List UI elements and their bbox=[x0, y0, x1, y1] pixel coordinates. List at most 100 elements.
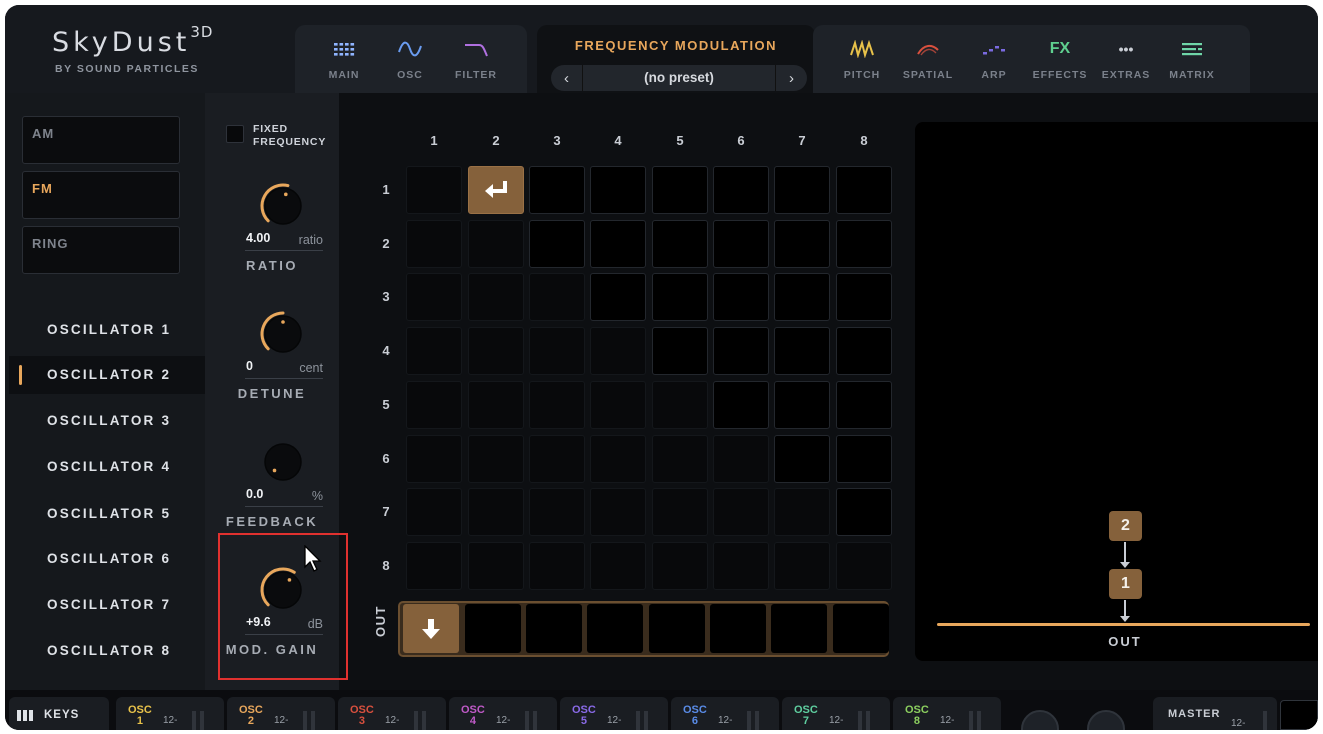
corner-widget[interactable] bbox=[1280, 700, 1318, 730]
matrix-cell[interactable] bbox=[590, 220, 646, 268]
nav-tab-main[interactable]: MAIN bbox=[311, 25, 377, 93]
matrix-cell[interactable] bbox=[529, 542, 585, 590]
matrix-cell[interactable] bbox=[529, 381, 585, 429]
matrix-cell[interactable] bbox=[406, 381, 462, 429]
mode-button-fm[interactable]: FM bbox=[22, 171, 180, 219]
nav-tab-spatial[interactable]: SPATIAL bbox=[895, 25, 961, 93]
matrix-cell[interactable] bbox=[713, 435, 769, 483]
matrix-cell[interactable] bbox=[713, 542, 769, 590]
matrix-cell[interactable] bbox=[468, 435, 524, 483]
matrix-cell[interactable] bbox=[713, 381, 769, 429]
matrix-cell[interactable] bbox=[774, 166, 830, 214]
matrix-cell[interactable] bbox=[590, 166, 646, 214]
sidebar-item-oscillator-1[interactable]: OSCILLATOR 1 bbox=[9, 311, 205, 349]
master-strip[interactable]: MASTER 12- bbox=[1153, 697, 1277, 730]
matrix-cell[interactable] bbox=[406, 327, 462, 375]
nav-tab-pitch[interactable]: PITCH bbox=[829, 25, 895, 93]
matrix-cell[interactable] bbox=[406, 435, 462, 483]
matrix-cell[interactable] bbox=[713, 488, 769, 536]
matrix-cell[interactable] bbox=[590, 327, 646, 375]
matrix-cell[interactable] bbox=[590, 435, 646, 483]
matrix-out-cell[interactable] bbox=[403, 604, 459, 653]
matrix-cell[interactable] bbox=[774, 435, 830, 483]
fixed-frequency-checkbox[interactable] bbox=[226, 125, 244, 143]
matrix-cell[interactable] bbox=[590, 542, 646, 590]
sidebar-item-oscillator-8[interactable]: OSCILLATOR 8 bbox=[9, 632, 205, 670]
matrix-cell[interactable] bbox=[652, 273, 708, 321]
matrix-cell[interactable] bbox=[836, 488, 892, 536]
matrix-cell[interactable] bbox=[529, 435, 585, 483]
nav-tab-filter[interactable]: FILTER bbox=[443, 25, 509, 93]
matrix-cell[interactable] bbox=[836, 273, 892, 321]
preset-next-button[interactable]: › bbox=[775, 65, 807, 91]
sidebar-item-oscillator-6[interactable]: OSCILLATOR 6 bbox=[9, 540, 205, 578]
matrix-cell[interactable] bbox=[774, 542, 830, 590]
matrix-cell[interactable] bbox=[406, 220, 462, 268]
matrix-cell[interactable] bbox=[406, 488, 462, 536]
matrix-cell[interactable] bbox=[468, 327, 524, 375]
matrix-cell[interactable] bbox=[652, 166, 708, 214]
osc-strip-7[interactable]: OSC 7 12- bbox=[782, 697, 890, 730]
nav-tab-matrix[interactable]: MATRIX bbox=[1159, 25, 1225, 93]
preset-name[interactable]: (no preset) bbox=[583, 65, 775, 91]
nav-tab-arp[interactable]: ARP bbox=[961, 25, 1027, 93]
matrix-cell[interactable] bbox=[468, 220, 524, 268]
sidebar-item-oscillator-5[interactable]: OSCILLATOR 5 bbox=[9, 495, 205, 533]
matrix-cell[interactable] bbox=[836, 166, 892, 214]
matrix-cell[interactable] bbox=[774, 220, 830, 268]
matrix-cell[interactable] bbox=[774, 327, 830, 375]
matrix-cell[interactable] bbox=[774, 488, 830, 536]
matrix-cell[interactable] bbox=[774, 381, 830, 429]
detune-knob-icon[interactable] bbox=[258, 309, 308, 359]
matrix-cell[interactable] bbox=[652, 542, 708, 590]
osc-strip-6[interactable]: OSC 6 12- bbox=[671, 697, 779, 730]
matrix-cell[interactable] bbox=[529, 166, 585, 214]
nav-tab-effects[interactable]: FX EFFECTS bbox=[1027, 25, 1093, 93]
matrix-cell[interactable] bbox=[406, 166, 462, 214]
osc-strip-1[interactable]: OSC 1 12- bbox=[116, 697, 224, 730]
matrix-cell[interactable] bbox=[836, 220, 892, 268]
matrix-out-cell[interactable] bbox=[833, 604, 889, 653]
osc-strip-3[interactable]: OSC 3 12- bbox=[338, 697, 446, 730]
matrix-cell[interactable] bbox=[836, 542, 892, 590]
matrix-cell[interactable] bbox=[713, 166, 769, 214]
sidebar-item-oscillator-3[interactable]: OSCILLATOR 3 bbox=[9, 402, 205, 440]
osc-strip-4[interactable]: OSC 4 12- bbox=[449, 697, 557, 730]
feedback-knob-icon[interactable] bbox=[258, 437, 308, 487]
bottom-knob[interactable] bbox=[1087, 710, 1125, 730]
matrix-cell[interactable] bbox=[652, 327, 708, 375]
nav-tab-extras[interactable]: ••• EXTRAS bbox=[1093, 25, 1159, 93]
osc-strip-5[interactable]: OSC 5 12- bbox=[560, 697, 668, 730]
keys-button[interactable]: KEYS bbox=[9, 697, 109, 730]
matrix-cell[interactable] bbox=[652, 381, 708, 429]
sidebar-item-oscillator-4[interactable]: OSCILLATOR 4 bbox=[9, 448, 205, 486]
matrix-cell[interactable] bbox=[713, 220, 769, 268]
mode-button-ring[interactable]: RING bbox=[22, 226, 180, 274]
bottom-knob[interactable] bbox=[1021, 710, 1059, 730]
sidebar-item-oscillator-7[interactable]: OSCILLATOR 7 bbox=[9, 586, 205, 624]
matrix-out-cell[interactable] bbox=[587, 604, 643, 653]
matrix-out-cell[interactable] bbox=[465, 604, 521, 653]
matrix-cell[interactable] bbox=[652, 488, 708, 536]
matrix-cell[interactable] bbox=[774, 273, 830, 321]
matrix-cell[interactable] bbox=[836, 381, 892, 429]
matrix-out-cell[interactable] bbox=[771, 604, 827, 653]
matrix-cell[interactable] bbox=[652, 435, 708, 483]
nav-tab-osc[interactable]: OSC bbox=[377, 25, 443, 93]
preset-prev-button[interactable]: ‹ bbox=[551, 65, 583, 91]
matrix-cell[interactable] bbox=[836, 327, 892, 375]
matrix-cell[interactable] bbox=[590, 381, 646, 429]
matrix-cell[interactable] bbox=[406, 273, 462, 321]
matrix-cell[interactable] bbox=[652, 220, 708, 268]
matrix-cell[interactable] bbox=[590, 488, 646, 536]
matrix-cell[interactable] bbox=[713, 327, 769, 375]
matrix-cell[interactable] bbox=[468, 273, 524, 321]
matrix-out-cell[interactable] bbox=[710, 604, 766, 653]
matrix-cell[interactable] bbox=[468, 166, 524, 214]
mode-button-am[interactable]: AM bbox=[22, 116, 180, 164]
matrix-cell[interactable] bbox=[713, 273, 769, 321]
osc-strip-8[interactable]: OSC 8 12- bbox=[893, 697, 1001, 730]
matrix-cell[interactable] bbox=[529, 220, 585, 268]
matrix-cell[interactable] bbox=[836, 435, 892, 483]
matrix-cell[interactable] bbox=[468, 542, 524, 590]
